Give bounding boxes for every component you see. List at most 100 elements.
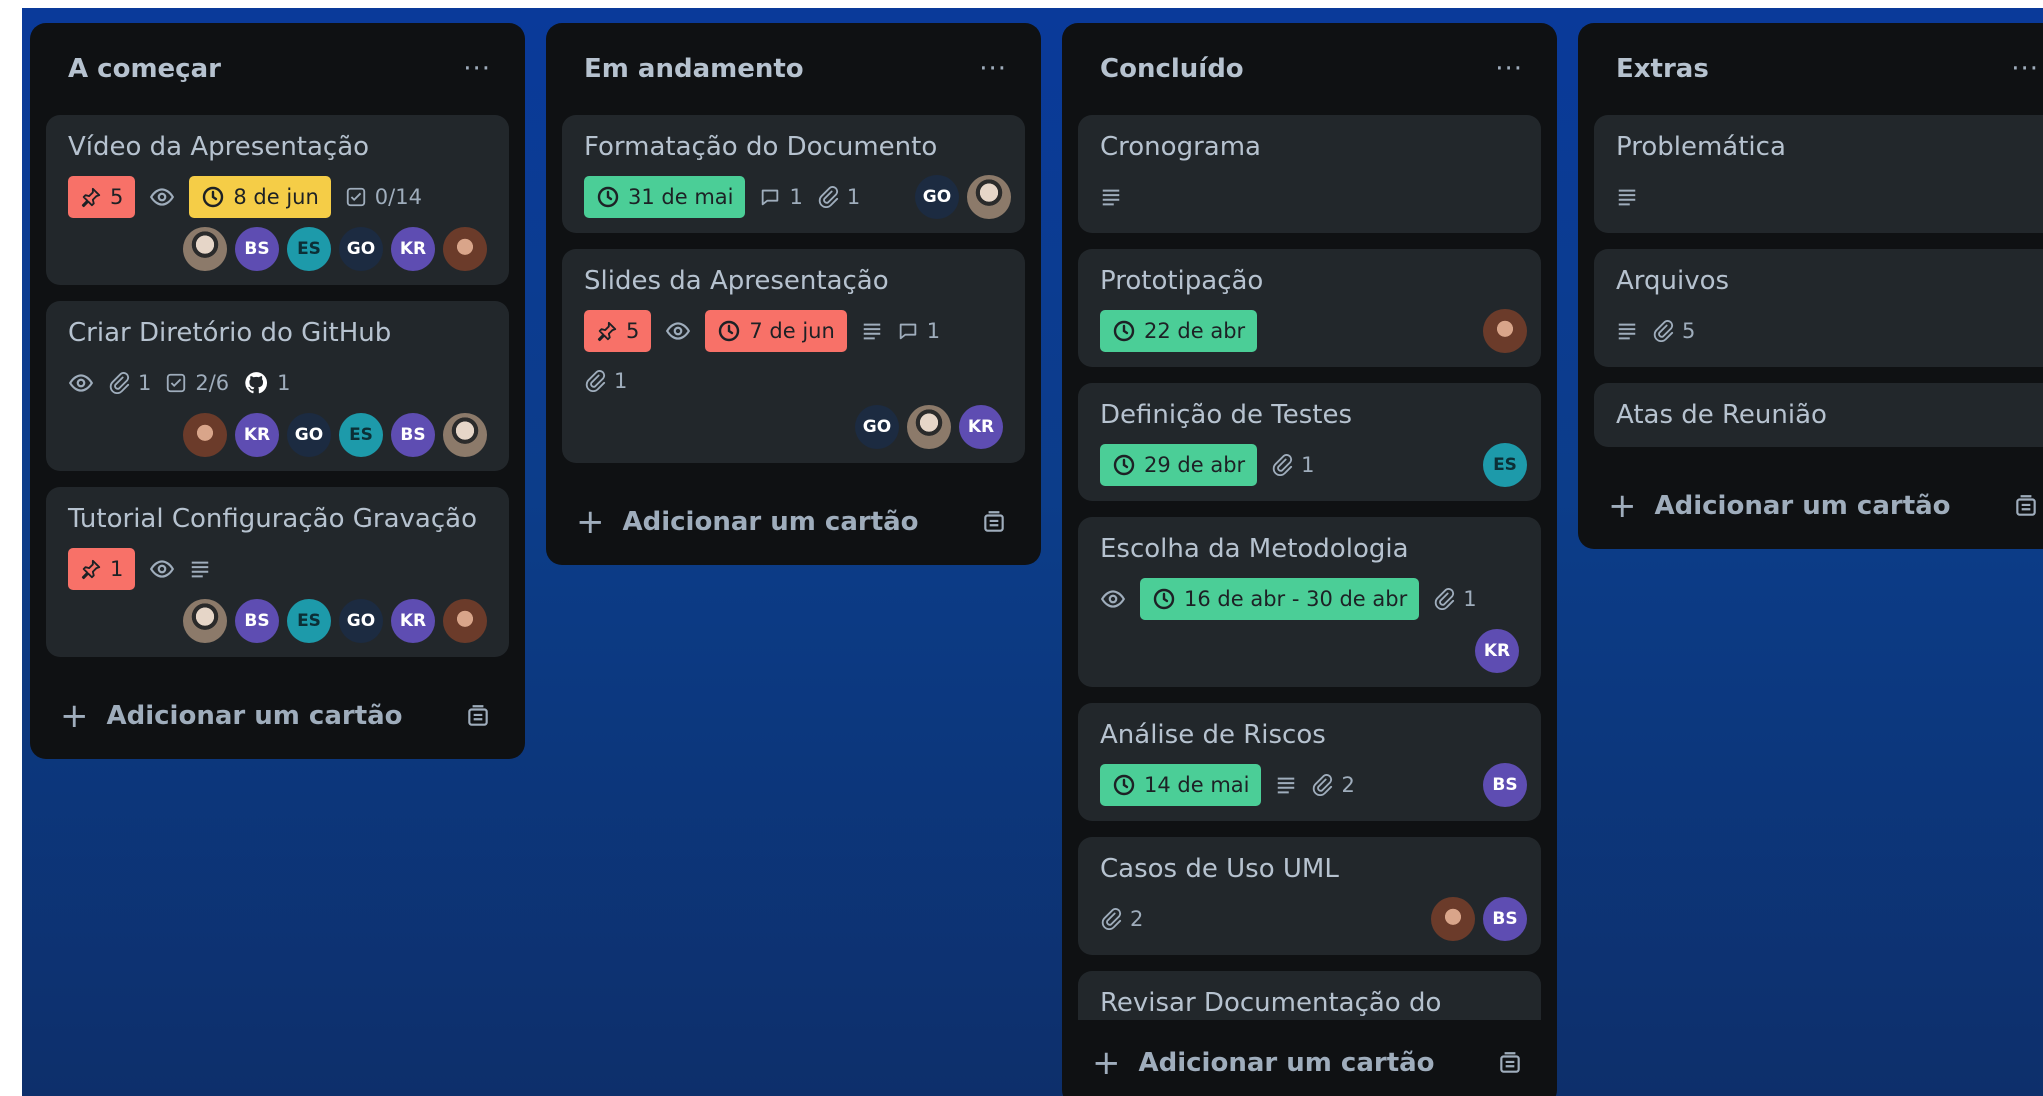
due-date-badge[interactable]: 29 de abr [1100, 444, 1258, 486]
card-members: KR [1100, 629, 1519, 673]
list-a-comecar: A começar ··· Vídeo da Apresentação 5 8 … [30, 23, 525, 759]
avatar-bs[interactable]: BS [1483, 763, 1527, 807]
avatar-bs[interactable]: BS [1483, 897, 1527, 941]
list-title[interactable]: A começar [68, 54, 221, 84]
avatar-es[interactable]: ES [287, 599, 331, 643]
list-menu-ellipsis-icon[interactable]: ··· [969, 54, 1017, 84]
avatar-es[interactable]: ES [287, 227, 331, 271]
list-title[interactable]: Em andamento [584, 54, 804, 84]
card-video-apresentacao[interactable]: Vídeo da Apresentação 5 8 de jun 0/14 BS… [46, 115, 509, 285]
list-menu-ellipsis-icon[interactable]: ··· [1485, 54, 1533, 84]
avatar[interactable] [183, 227, 227, 271]
vote-badge[interactable]: 5 [68, 176, 136, 218]
due-date-badge[interactable]: 14 de mai [1100, 764, 1262, 806]
template-icon[interactable] [2013, 493, 2039, 519]
paperclip-icon [1100, 908, 1122, 930]
card-formatacao-documento[interactable]: Formatação do Documento 31 de mai 1 1 GO [562, 115, 1025, 233]
add-card-button[interactable]: + Adicionar um cartão [1092, 1043, 1435, 1083]
card-atas-reuniao[interactable]: Atas de Reunião [1594, 383, 2043, 447]
avatar[interactable] [443, 413, 487, 457]
due-date-badge[interactable]: 7 de jun [705, 310, 847, 352]
list-title[interactable]: Extras [1616, 54, 1709, 84]
attachment-badge: 1 [1271, 453, 1315, 477]
description-icon [189, 558, 211, 580]
card-title: Problemática [1616, 132, 1786, 162]
avatar-bs[interactable]: BS [235, 599, 279, 643]
add-card-button[interactable]: + Adicionar um cartão [1608, 486, 1951, 526]
card-definicao-testes[interactable]: Definição de Testes 29 de abr 1 ES [1078, 383, 1541, 501]
avatar-go[interactable]: GO [339, 599, 383, 643]
avatar-kr[interactable]: KR [1475, 629, 1519, 673]
due-date-badge[interactable]: 31 de mai [584, 176, 746, 218]
clock-icon [1112, 773, 1136, 797]
avatar[interactable] [443, 227, 487, 271]
github-icon [243, 370, 269, 396]
avatar-bs[interactable]: BS [235, 227, 279, 271]
avatar-bs[interactable]: BS [391, 413, 435, 457]
avatar[interactable] [1431, 897, 1475, 941]
description-icon [1616, 186, 1638, 208]
card-arquivos[interactable]: Arquivos 5 [1594, 249, 2043, 367]
avatar-kr[interactable]: KR [235, 413, 279, 457]
avatar-kr[interactable]: KR [391, 227, 435, 271]
avatar-go[interactable]: GO [339, 227, 383, 271]
card-prototipacao[interactable]: Prototipação 22 de abr [1078, 249, 1541, 367]
list-menu-ellipsis-icon[interactable]: ··· [2001, 54, 2043, 84]
add-card-row: + Adicionar um cartão [1078, 1020, 1541, 1096]
template-icon[interactable] [981, 509, 1007, 535]
github-badge: 1 [243, 370, 291, 396]
paperclip-icon [584, 370, 606, 392]
avatar-kr[interactable]: KR [391, 599, 435, 643]
avatar-go[interactable]: GO [855, 405, 899, 449]
card-tutorial-configuracao[interactable]: Tutorial Configuração Gravação 1 BS ES G… [46, 487, 509, 657]
avatar[interactable] [183, 413, 227, 457]
due-date-badge[interactable]: 16 de abr - 30 de abr [1140, 578, 1420, 620]
card-slides-apresentacao[interactable]: Slides da Apresentação 5 7 de jun 1 1 GO… [562, 249, 1025, 463]
card-criar-diretorio-github[interactable]: Criar Diretório do GitHub 1 2/6 1 KR GO … [46, 301, 509, 471]
card-title: Escolha da Metodologia [1100, 534, 1409, 564]
card-problematica[interactable]: Problemática [1594, 115, 2043, 233]
paperclip-icon [1271, 454, 1293, 476]
avatar-go[interactable]: GO [915, 175, 959, 219]
avatar[interactable] [907, 405, 951, 449]
card-escolha-metodologia[interactable]: Escolha da Metodologia 16 de abr - 30 de… [1078, 517, 1541, 687]
avatar-go[interactable]: GO [287, 413, 331, 457]
paperclip-icon [817, 186, 839, 208]
add-card-row: + Adicionar um cartão [562, 479, 1025, 565]
template-icon[interactable] [1497, 1050, 1523, 1076]
card-casos-uso-uml[interactable]: Casos de Uso UML 2 BS [1078, 837, 1541, 955]
clock-icon [1112, 319, 1136, 343]
vote-badge[interactable]: 1 [68, 548, 136, 590]
clock-icon [201, 185, 225, 209]
clock-icon [1112, 453, 1136, 477]
add-card-button[interactable]: + Adicionar um cartão [60, 696, 403, 736]
card-title: Slides da Apresentação [584, 266, 889, 296]
card-cronograma[interactable]: Cronograma [1078, 115, 1541, 233]
list-menu-ellipsis-icon[interactable]: ··· [453, 54, 501, 84]
avatar[interactable] [183, 599, 227, 643]
card-members: BS ES GO KR [68, 599, 487, 643]
template-icon[interactable] [465, 703, 491, 729]
due-date-badge[interactable]: 22 de abr [1100, 310, 1258, 352]
due-date-badge[interactable]: 8 de jun [189, 176, 331, 218]
card-revisar-documentacao[interactable]: Revisar Documentação do Sistema [1078, 971, 1541, 1020]
avatar-es[interactable]: ES [1483, 443, 1527, 487]
clock-icon [596, 185, 620, 209]
card-analise-riscos[interactable]: Análise de Riscos 14 de mai 2 BS [1078, 703, 1541, 821]
card-members: BS [1431, 897, 1527, 941]
card-members: GO KR [584, 405, 1003, 449]
list-title[interactable]: Concluído [1100, 54, 1244, 84]
avatar[interactable] [967, 175, 1011, 219]
add-card-button[interactable]: + Adicionar um cartão [576, 502, 919, 542]
avatar-kr[interactable]: KR [959, 405, 1003, 449]
clock-icon [717, 319, 741, 343]
list-scroll-area[interactable]: Cronograma Prototipação 22 de abr Defini… [1078, 115, 1541, 1020]
clock-icon [1152, 587, 1176, 611]
pin-icon [80, 186, 102, 208]
avatar-es[interactable]: ES [339, 413, 383, 457]
avatar[interactable] [443, 599, 487, 643]
vote-badge[interactable]: 5 [584, 310, 652, 352]
card-title: Arquivos [1616, 266, 1730, 296]
list-header: Extras ··· [1594, 23, 2043, 115]
avatar[interactable] [1483, 309, 1527, 353]
